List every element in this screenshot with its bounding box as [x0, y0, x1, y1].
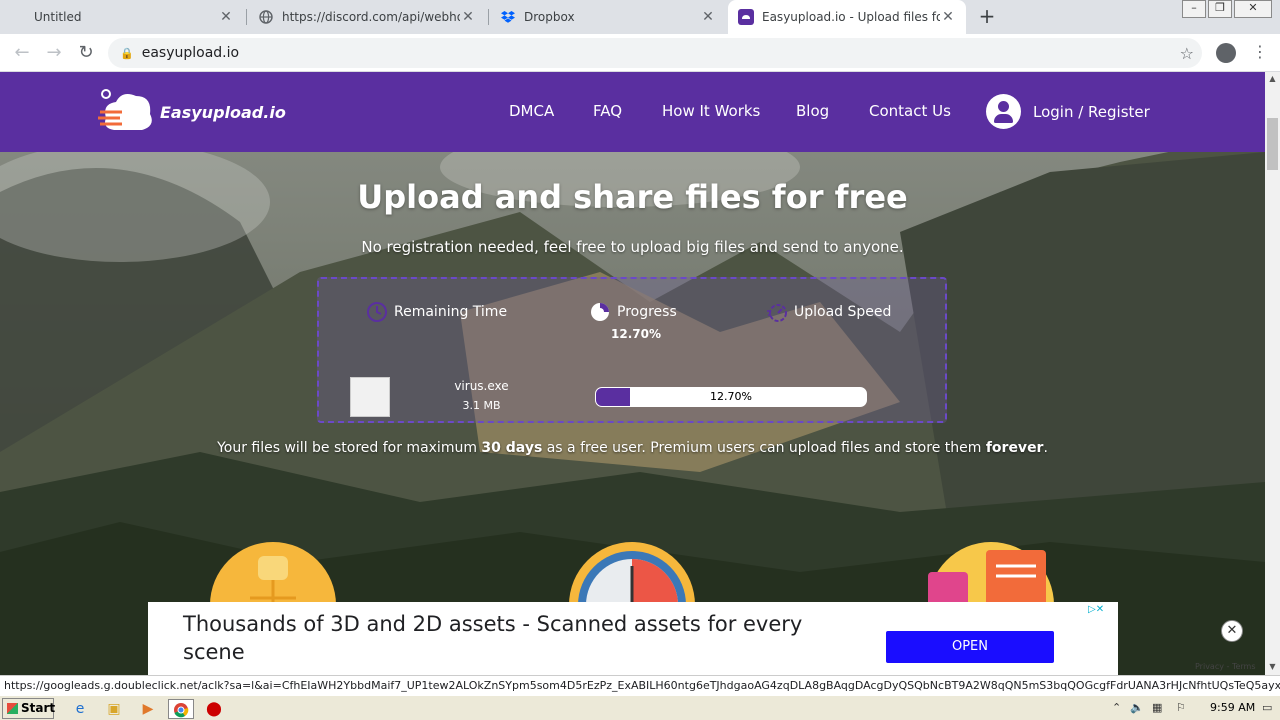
storage-note-forever: forever: [985, 440, 1044, 456]
upload-progress-bar-label: 12.70%: [710, 390, 752, 403]
close-icon[interactable]: ✕: [700, 9, 716, 25]
tab-untitled[interactable]: Untitled ✕: [0, 0, 244, 34]
vertical-scrollbar[interactable]: ▲ ▼: [1265, 72, 1280, 675]
new-tab-button[interactable]: +: [976, 6, 998, 28]
tab-title: Easyupload.io - Upload files for free: [762, 10, 940, 24]
blank-page-icon: [10, 9, 26, 25]
storage-note-suffix: .: [1043, 440, 1048, 456]
ad-title[interactable]: Thousands of 3D and 2D assets - Scanned …: [183, 610, 843, 666]
cloud-logo-icon: [96, 86, 158, 138]
storage-note: Your files will be stored for maximum 30…: [0, 440, 1265, 456]
nav-dmca[interactable]: DMCA: [509, 102, 554, 120]
ad-choices-icon[interactable]: ▷✕: [1088, 604, 1104, 615]
close-icon[interactable]: ✕: [460, 9, 476, 25]
reload-icon[interactable]: ↻: [74, 41, 98, 65]
nav-how-it-works[interactable]: How It Works: [662, 102, 760, 120]
user-avatar-icon: [986, 94, 1021, 129]
progress-ring-icon: [591, 303, 609, 321]
link-status-bar: https://googleads.g.doubleclick.net/aclk…: [0, 675, 1280, 695]
browser-toolbar: ← → ↻ 🔒 easyupload.io ☆ ⋮: [0, 34, 1280, 72]
login-register-link[interactable]: Login / Register: [986, 94, 1150, 129]
progress-percentage: 12.70%: [611, 327, 661, 341]
globe-icon: [258, 9, 274, 25]
scroll-down-arrow-icon[interactable]: ▼: [1265, 662, 1280, 671]
tab-dropbox[interactable]: Dropbox ✕: [490, 0, 726, 34]
back-arrow-icon[interactable]: ←: [10, 41, 34, 65]
media-player-icon[interactable]: ▶: [138, 699, 158, 719]
upload-speed-stat: Upload Speed: [766, 301, 891, 323]
tab-title: Dropbox: [524, 10, 575, 24]
browser-tabstrip: Untitled ✕ https://discord.com/api/webho…: [0, 0, 1280, 34]
start-button[interactable]: Start: [2, 698, 55, 719]
page-viewport: Easyupload.io DMCA FAQ How It Works Blog…: [0, 72, 1265, 675]
scrollbar-thumb[interactable]: [1267, 118, 1278, 170]
speedometer-icon: [767, 304, 787, 322]
network-icon[interactable]: ▦: [1152, 701, 1162, 714]
upload-progress-panel: Remaining Time Progress 12.70% Upload Sp…: [317, 277, 947, 423]
site-logo[interactable]: Easyupload.io: [96, 86, 286, 138]
warning-shield-icon[interactable]: ⬤: [204, 699, 224, 719]
easyupload-icon: [738, 9, 754, 25]
minimize-button[interactable]: –: [1182, 0, 1206, 18]
remaining-time-stat: Remaining Time: [366, 301, 507, 323]
flag-icon[interactable]: ⚐: [1176, 701, 1186, 714]
ad-open-button[interactable]: OPEN: [886, 631, 1054, 663]
restore-button[interactable]: ❐: [1208, 0, 1232, 18]
chrome-icon[interactable]: [168, 699, 194, 719]
upload-progress-bar: 12.70%: [595, 387, 867, 407]
page-subtitle: No registration needed, feel free to upl…: [361, 238, 904, 256]
storage-note-days: 30 days: [481, 440, 543, 456]
windows-taskbar: Start e ▣ ▶ ⬤ ⌃ 🔈 ▦ ⚐ 9:59 AM ▭: [0, 695, 1280, 720]
browser-menu-icon[interactable]: ⋮: [1252, 42, 1268, 61]
tab-title: https://discord.com/api/webhooks/9: [282, 10, 460, 24]
file-size: 3.1 MB: [462, 399, 501, 412]
tray-expand-icon[interactable]: ⌃: [1112, 701, 1121, 714]
volume-icon[interactable]: 🔈: [1130, 701, 1144, 714]
progress-stat: Progress: [589, 301, 677, 323]
lock-icon: 🔒: [120, 46, 134, 60]
show-desktop-icon[interactable]: ▭: [1262, 701, 1272, 714]
recaptcha-privacy-text[interactable]: Privacy - Terms: [1195, 662, 1256, 671]
internet-explorer-icon[interactable]: e: [70, 699, 90, 719]
logo-text: Easyupload.io: [160, 102, 286, 122]
storage-note-prefix: Your files will be stored for maximum: [217, 440, 482, 456]
file-thumbnail: [350, 377, 390, 417]
profile-avatar-icon[interactable]: [1216, 43, 1236, 63]
ad-close-button[interactable]: ✕: [1221, 620, 1243, 642]
tab-separator: [488, 9, 489, 25]
address-bar[interactable]: 🔒 easyupload.io ☆: [108, 38, 1202, 68]
dropbox-icon: [500, 9, 516, 25]
address-url: easyupload.io: [141, 45, 240, 61]
bookmark-star-icon[interactable]: ☆: [1180, 44, 1194, 63]
progress-label: Progress: [617, 304, 677, 320]
storage-note-middle: as a free user. Premium users can upload…: [542, 440, 986, 456]
tab-easyupload[interactable]: Easyupload.io - Upload files for free ✕: [728, 0, 966, 34]
nav-faq[interactable]: FAQ: [593, 102, 622, 120]
nav-blog[interactable]: Blog: [796, 102, 829, 120]
upload-speed-label: Upload Speed: [794, 304, 892, 320]
close-icon[interactable]: ✕: [218, 9, 234, 25]
taskbar-clock: 9:59 AM: [1210, 701, 1256, 714]
close-icon[interactable]: ✕: [940, 9, 956, 25]
file-name: virus.exe: [454, 379, 509, 393]
scroll-up-arrow-icon[interactable]: ▲: [1265, 74, 1280, 83]
nav-contact-us[interactable]: Contact Us: [869, 102, 951, 120]
folder-icon[interactable]: ▣: [104, 699, 124, 719]
tab-discord-webhook[interactable]: https://discord.com/api/webhooks/9 ✕: [248, 0, 486, 34]
page-title: Upload and share files for free: [357, 178, 908, 216]
login-register-label: Login / Register: [1033, 102, 1150, 121]
ad-banner[interactable]: Thousands of 3D and 2D assets - Scanned …: [148, 602, 1118, 675]
forward-arrow-icon[interactable]: →: [42, 41, 66, 65]
window-close-button[interactable]: ✕: [1234, 0, 1272, 18]
tab-separator: [246, 9, 247, 25]
clock-icon: [367, 302, 387, 322]
site-header: Easyupload.io DMCA FAQ How It Works Blog…: [0, 72, 1265, 152]
tab-title: Untitled: [34, 10, 82, 24]
remaining-time-label: Remaining Time: [394, 304, 508, 320]
